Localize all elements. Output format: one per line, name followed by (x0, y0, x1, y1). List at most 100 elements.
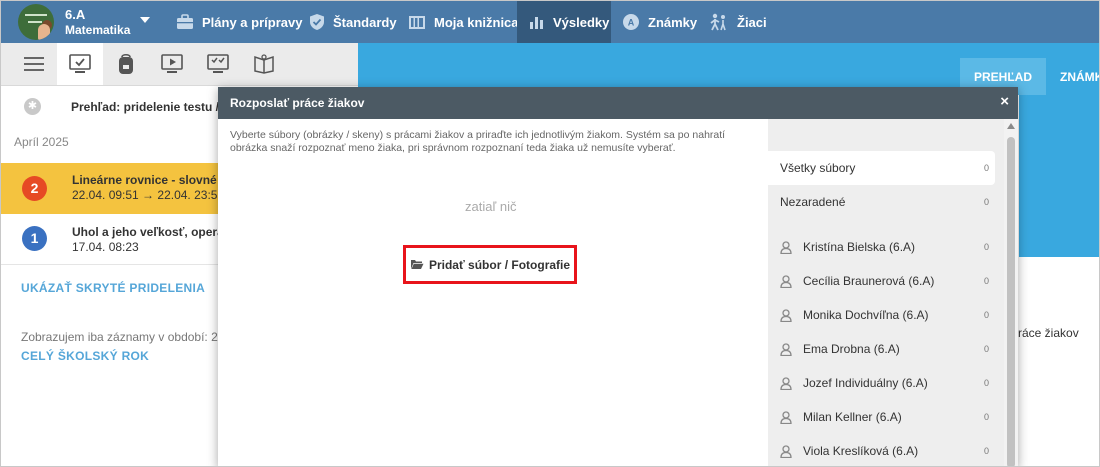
file-count: 0 (983, 446, 989, 456)
scrollbar[interactable] (1004, 119, 1018, 466)
person-icon (780, 445, 792, 458)
whole-year-link[interactable]: CELÝ ŠKOLSKÝ ROK (21, 349, 149, 363)
student-row[interactable]: Cecília Braunerová (6.A) 0 (768, 264, 995, 298)
file-count: 0 (983, 310, 989, 320)
book-icon (254, 54, 274, 74)
chevron-down-icon[interactable] (140, 17, 150, 23)
file-count: 0 (983, 412, 989, 422)
students-icon (710, 13, 726, 31)
tab-tests[interactable] (195, 43, 241, 85)
test-icon (207, 54, 229, 73)
nav-vysledky[interactable]: Výsledky (517, 1, 611, 43)
dialog-title: Rozposlať práce žiakov (230, 96, 365, 110)
bar-chart-icon (530, 17, 543, 29)
nav-label: Štandardy (333, 14, 397, 30)
nav-znamky[interactable]: A Známky (622, 1, 697, 43)
nav-label: Výsledky (553, 14, 610, 30)
content-blue-panel (1019, 95, 1099, 257)
nav-ziaci[interactable]: Žiaci (709, 1, 767, 43)
assignment-dates: 22.04. 09:51 → 22.04. 23:5 (72, 188, 218, 202)
tab-assignments[interactable] (57, 43, 103, 85)
shield-check-icon (310, 14, 324, 30)
add-file-label: Pridať súbor / Fotografie (428, 257, 571, 272)
overview-title: Prehľad: pridelenie testu / (71, 100, 219, 114)
nav-label: Moja knižnica (434, 14, 519, 30)
student-name: Ema Drobna (6.A) (803, 342, 900, 356)
tab-video[interactable] (149, 43, 195, 85)
file-filter-label: Nezaradené (780, 195, 846, 209)
period-note: Zobrazujem iba záznamy v období: 2 (21, 330, 218, 344)
student-row[interactable]: Monika Dochvíľna (6.A) 0 (768, 298, 995, 332)
class-name[interactable]: 6.A (65, 8, 85, 22)
class-avatar[interactable] (18, 4, 54, 40)
nav-plany-a-pripravy[interactable]: Plány a prípravy (176, 1, 302, 43)
briefcase-icon (177, 14, 193, 29)
show-hidden-link[interactable]: UKÁZAŤ SKRYTÉ PRIDELENIA (21, 281, 205, 295)
svg-text:A: A (628, 18, 635, 28)
tab-book[interactable] (241, 43, 287, 85)
menu-icon (24, 57, 44, 71)
play-icon (161, 54, 183, 73)
dialog-description: Vyberte súbory (obrázky / skeny) s práca… (230, 129, 726, 154)
student-name: Viola Kreslíková (6.A) (803, 444, 919, 458)
student-row[interactable]: Ema Drobna (6.A) 0 (768, 332, 995, 366)
empty-state-text: zatiaľ nič (465, 199, 517, 214)
person-icon (780, 377, 792, 390)
file-list: Všetky súbory 0 Nezaradené 0 Kristína Bi… (768, 119, 1008, 466)
nav-label: Plány a prípravy (202, 14, 303, 30)
app-window: 6.A Matematika Plány a prípravy Štandard… (0, 0, 1100, 467)
student-name: Monika Dochvíľna (6.A) (803, 308, 929, 322)
student-name: Milan Kellner (6.A) (803, 410, 902, 424)
menu-button[interactable] (11, 43, 57, 85)
scroll-thumb[interactable] (1007, 137, 1015, 466)
settings-icon: ✱ (24, 98, 41, 115)
class-subject[interactable]: Matematika (65, 23, 130, 37)
file-count: 0 (983, 242, 989, 252)
student-name: Kristína Bielska (6.A) (803, 240, 916, 254)
person-icon (780, 309, 792, 322)
nav-label: Známky (648, 14, 698, 30)
person-icon (780, 411, 792, 424)
file-count: 0 (983, 378, 989, 388)
left-toolbar (1, 43, 358, 86)
month-heading: Apríl 2025 (14, 135, 69, 149)
person-icon (780, 241, 792, 254)
backpack-icon (119, 53, 133, 74)
grades-icon: A (623, 14, 639, 30)
student-row[interactable]: Kristína Bielska (6.A) 0 (768, 230, 995, 264)
file-filter-label: Všetky súbory (780, 161, 856, 175)
assignment-title: Lineárne rovnice - slovné (72, 173, 217, 187)
student-row[interactable]: Milan Kellner (6.A) 0 (768, 400, 995, 434)
close-icon[interactable]: × (1000, 94, 1009, 110)
student-row[interactable]: Jozef Individuálny (6.A) 0 (768, 366, 995, 400)
library-icon (409, 16, 425, 29)
file-filter-all[interactable]: Všetky súbory 0 (768, 151, 995, 185)
student-name: Jozef Individuálny (6.A) (803, 376, 928, 390)
background-text: ráce žiakov (1018, 326, 1079, 340)
count-badge: 1 (22, 226, 47, 251)
file-count: 0 (983, 197, 989, 207)
student-row[interactable]: Viola Kreslíková (6.A) 0 (768, 434, 995, 466)
nav-label: Žiaci (737, 14, 767, 30)
scroll-up-arrow-icon[interactable] (1007, 123, 1015, 129)
nav-standardy[interactable]: Štandardy (309, 1, 397, 43)
dialog-header: Rozposlať práce žiakov × (218, 87, 1018, 119)
file-count: 0 (983, 344, 989, 354)
file-filter-unassigned[interactable]: Nezaradené 0 (768, 185, 995, 219)
nav-moja-kniznica[interactable]: Moja knižnica (408, 1, 519, 43)
monitor-check-icon (69, 54, 91, 73)
upload-works-dialog: Rozposlať práce žiakov × Vyberte súbory … (218, 87, 1018, 466)
file-count: 0 (983, 163, 989, 173)
count-badge: 2 (22, 176, 47, 201)
file-count: 0 (983, 276, 989, 286)
assignment-title: Uhol a jeho veľkosť, opera (72, 225, 224, 239)
folder-open-icon (410, 260, 424, 269)
person-icon (780, 343, 792, 356)
assignment-dates: 17.04. 08:23 (72, 240, 139, 254)
tab-znamky[interactable]: ZNÁMK (1060, 58, 1099, 95)
person-icon (780, 275, 792, 288)
top-navigation-bar: 6.A Matematika Plány a prípravy Štandard… (1, 1, 1099, 43)
tab-backpack[interactable] (103, 43, 149, 85)
add-file-button[interactable]: Pridať súbor / Fotografie (403, 245, 577, 284)
student-name: Cecília Braunerová (6.A) (803, 274, 935, 288)
